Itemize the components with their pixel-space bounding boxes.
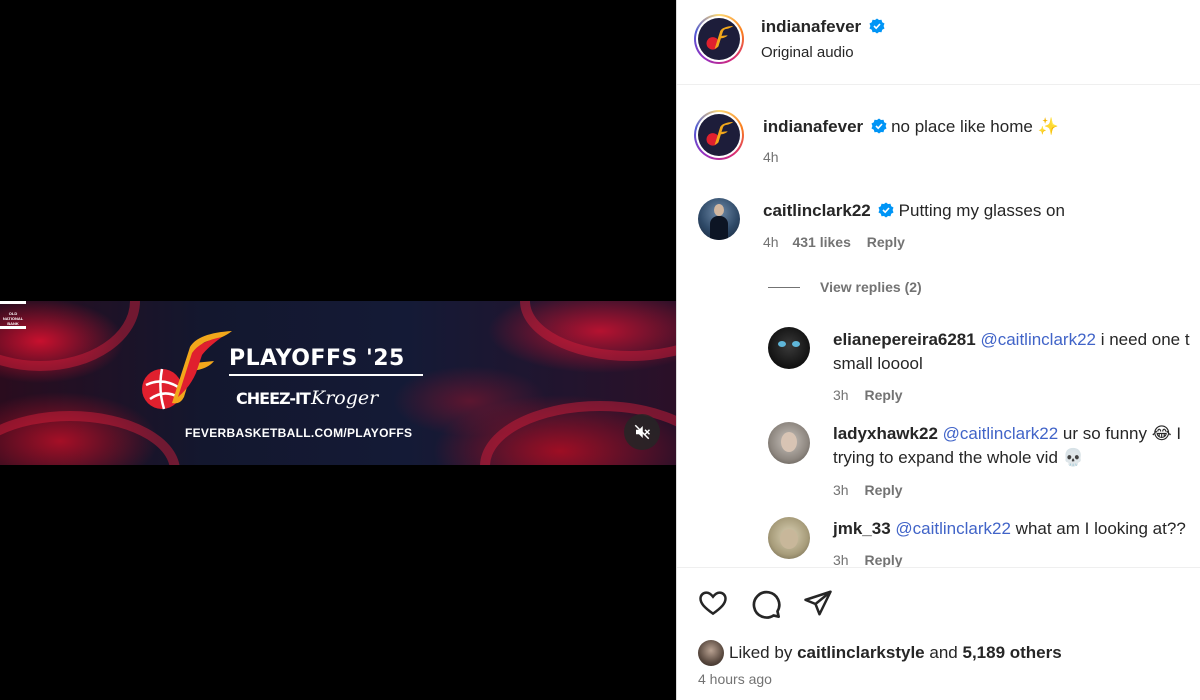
reply-row: elianepereira6281 @caitlinclark22 i need… bbox=[833, 330, 1190, 350]
banner-url: FEVERBASKETBALL.COM/PLAYOFFS bbox=[185, 426, 413, 440]
reply-row: jmk_33 @caitlinclark22 what am I looking… bbox=[833, 519, 1186, 539]
comment-text: what am I looking at?? bbox=[1015, 519, 1186, 538]
reply-button[interactable]: Reply bbox=[864, 482, 902, 498]
caption-time: 4h bbox=[763, 149, 779, 165]
comment-username[interactable]: ladyxhawk22 bbox=[833, 424, 938, 443]
mention-link[interactable]: @caitlinclark22 bbox=[943, 424, 1059, 443]
reply-button[interactable]: Reply bbox=[864, 552, 902, 568]
mention-link[interactable]: @caitlinclark22 bbox=[980, 330, 1096, 349]
comment-text: Putting my glasses on bbox=[898, 201, 1065, 220]
fever-logo-icon bbox=[142, 331, 232, 410]
comment-text-line2: trying to expand the whole vid 💀 bbox=[833, 448, 1084, 467]
playoffs-banner: PLAYOFFS '25 CHEEZ-IT Kroger OLD NATIONA… bbox=[0, 301, 676, 465]
speaker-muted-icon bbox=[634, 424, 651, 440]
header-username-row: indianafever bbox=[761, 17, 885, 37]
mute-toggle-button[interactable] bbox=[624, 414, 660, 450]
reply-row: ladyxhawk22 @caitlinclark22 ur so funny … bbox=[833, 424, 1181, 444]
replies-divider bbox=[768, 287, 800, 288]
avatar[interactable] bbox=[694, 14, 744, 64]
avatar[interactable] bbox=[768, 327, 810, 369]
comment-text-line2: small looool bbox=[833, 354, 923, 373]
comment-username[interactable]: caitlinclark22 bbox=[763, 201, 871, 220]
swirl-decoration bbox=[520, 301, 676, 361]
liked-by-user[interactable]: caitlinclarkstyle bbox=[797, 643, 925, 662]
verified-badge-icon bbox=[871, 118, 887, 134]
comment-icon[interactable] bbox=[750, 588, 782, 620]
sponsor-cheezit-logo: CHEEZ-IT bbox=[236, 389, 311, 408]
comment-likes[interactable]: 431 likes bbox=[792, 234, 850, 250]
comment-time: 3h bbox=[833, 552, 849, 568]
fever-avatar-icon bbox=[706, 121, 734, 146]
avatar[interactable] bbox=[768, 422, 810, 464]
instagram-post-view: PLAYOFFS '25 CHEEZ-IT Kroger OLD NATIONA… bbox=[0, 0, 1200, 700]
comment-meta: 3h Reply bbox=[833, 552, 903, 568]
comment-meta: 3h Reply bbox=[833, 482, 903, 498]
liker-avatar[interactable] bbox=[698, 640, 724, 666]
reply-button[interactable]: Reply bbox=[867, 234, 905, 250]
caption-username[interactable]: indianafever bbox=[763, 117, 863, 136]
caption-row: indianafever no place like home ✨ bbox=[763, 117, 1059, 137]
post-time: 4 hours ago bbox=[698, 671, 772, 687]
avatar[interactable] bbox=[698, 198, 740, 240]
share-icon[interactable] bbox=[802, 588, 834, 618]
verified-badge-icon bbox=[869, 18, 885, 34]
comment-meta: 3h Reply bbox=[833, 387, 903, 403]
reply-button[interactable]: Reply bbox=[864, 387, 902, 403]
comment-username[interactable]: jmk_33 bbox=[833, 519, 891, 538]
caption-avatar[interactable] bbox=[694, 110, 744, 160]
comment-username[interactable]: elianepereira6281 bbox=[833, 330, 976, 349]
heart-icon[interactable] bbox=[697, 588, 729, 618]
comment-time: 4h bbox=[763, 234, 779, 250]
header-username[interactable]: indianafever bbox=[761, 17, 861, 36]
post-sidebar: indianafever Original audio indianafever bbox=[676, 0, 1200, 700]
avatar[interactable] bbox=[768, 517, 810, 559]
comment-meta: 4h 431 likes Reply bbox=[763, 234, 905, 250]
liked-by-and: and bbox=[929, 643, 958, 662]
banner-title: PLAYOFFS '25 bbox=[229, 346, 405, 371]
liked-by-summary: Liked by caitlinclarkstyle and 5,189 oth… bbox=[729, 643, 1062, 663]
swirl-decoration bbox=[0, 301, 140, 371]
comment-time: 3h bbox=[833, 482, 849, 498]
comment-time: 3h bbox=[833, 387, 849, 403]
post-header: indianafever Original audio bbox=[677, 0, 1200, 85]
view-replies-button[interactable]: View replies (2) bbox=[820, 279, 922, 295]
audio-label[interactable]: Original audio bbox=[761, 44, 854, 61]
banner-divider bbox=[229, 374, 423, 376]
comment-text: ur so funny 😂 I bbox=[1062, 424, 1182, 443]
comment-row: caitlinclark22 Putting my glasses on bbox=[763, 201, 1065, 221]
verified-badge-icon bbox=[878, 202, 894, 218]
caption-text: no place like home ✨ bbox=[891, 117, 1059, 136]
media-panel[interactable]: PLAYOFFS '25 CHEEZ-IT Kroger OLD NATIONA… bbox=[0, 0, 676, 700]
liked-by-prefix: Liked by bbox=[729, 643, 793, 662]
fever-avatar-icon bbox=[706, 25, 734, 50]
likes-count[interactable]: 5,189 others bbox=[962, 643, 1061, 662]
mention-link[interactable]: @caitlinclark22 bbox=[895, 519, 1011, 538]
post-actions: Liked by caitlinclarkstyle and 5,189 oth… bbox=[677, 567, 1200, 700]
comment-text: i need one t bbox=[1100, 330, 1190, 349]
sponsor-kroger-logo: Kroger bbox=[311, 387, 379, 409]
